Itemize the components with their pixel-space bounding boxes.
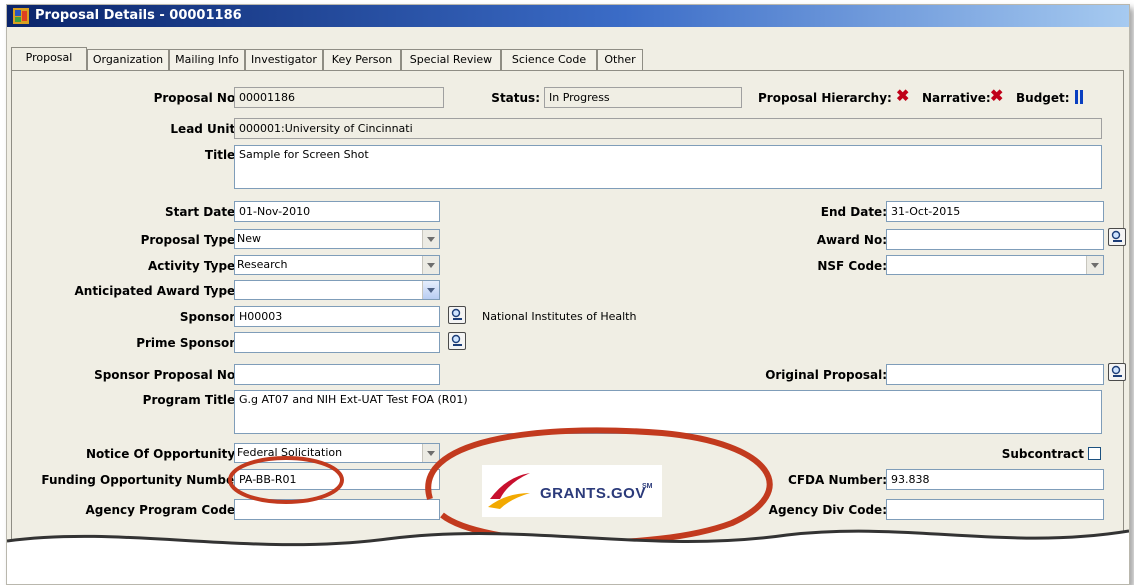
fon-highlight-ring (228, 456, 344, 504)
tab-other[interactable]: Other (597, 49, 643, 70)
tab-science-code[interactable]: Science Code (501, 49, 597, 70)
app-icon (13, 8, 29, 24)
window-title: Proposal Details - 00001186 (35, 8, 242, 23)
title-bar: Proposal Details - 00001186 (7, 5, 1129, 27)
torn-edge (7, 529, 1129, 584)
proposal-panel: Proposal No: 00001186 Status: In Progres… (11, 70, 1126, 584)
tab-special-review[interactable]: Special Review (401, 49, 501, 70)
tab-key-person[interactable]: Key Person (323, 49, 401, 70)
proposal-details-window: Proposal Details - 00001186 Proposal Org… (6, 4, 1130, 585)
highlight-annotations (228, 427, 773, 546)
tab-investigator[interactable]: Investigator (245, 49, 323, 70)
tab-proposal[interactable]: Proposal (11, 47, 87, 70)
tab-mailing-info[interactable]: Mailing Info (169, 49, 245, 70)
tab-organization[interactable]: Organization (87, 49, 169, 70)
